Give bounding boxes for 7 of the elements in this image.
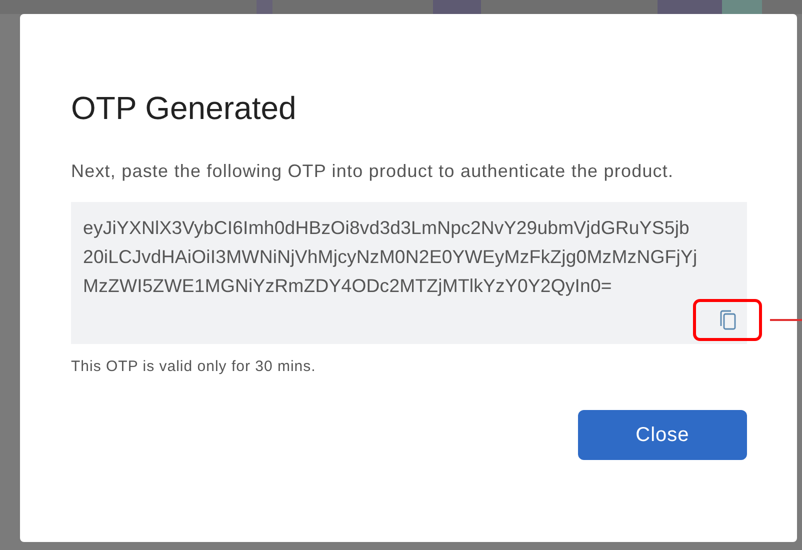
otp-code: eyJiYXNlX3VybCI6Imh0dHBzOi8vd3d3LmNpc2NvY29ubmVjdGRuYS5jb 20iLCJvdHAiOiI3MWNiNjVhMjcyNzM0N2E0YWEyMzFkZjg0MzMzNGFjYj MzZWI5ZWE1MGNiYzRmZDY4ODc2MTZjMTlkYzY0Y2QyIn0=	[83, 216, 698, 298]
dialog-message: Next, paste the following OTP into product to authenticate the product.	[71, 160, 675, 183]
dialog-title: OTP Generated	[71, 89, 298, 128]
copy-icon[interactable]	[718, 309, 736, 331]
leader-line	[770, 319, 802, 321]
validity-note: This OTP is valid only for 30 mins.	[71, 358, 317, 375]
close-button[interactable]: Close	[578, 410, 747, 460]
